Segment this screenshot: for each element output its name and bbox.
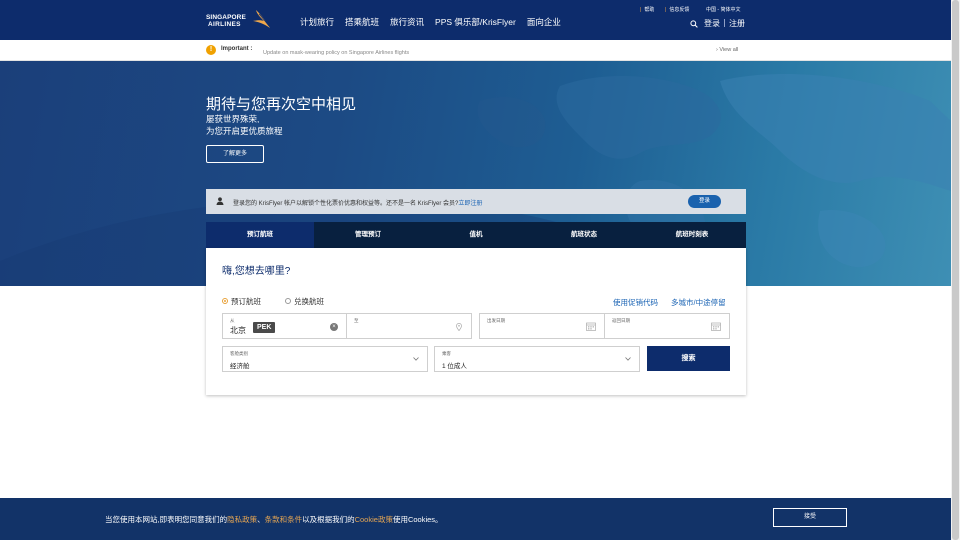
radio-redeem-flight[interactable]: 兑换航班 xyxy=(285,296,324,307)
passenger-label: 乘客 xyxy=(442,351,451,356)
header-register-link[interactable]: 注册 xyxy=(729,18,745,29)
header-login-link[interactable]: 登录 xyxy=(704,18,720,29)
site-header: SINGAPORE AIRLINES 计划旅行 搭乘航班 旅行资讯 PPS 俱乐… xyxy=(0,0,951,40)
depart-date-label: 出发日期 xyxy=(487,318,505,323)
hero-subtitle-line2: 为您开启更优质旅程 xyxy=(206,126,283,136)
accept-cookies-button[interactable]: 接受 xyxy=(773,508,847,527)
krisflyer-text: 登录您的 KrisFlyer 帐户以解锁个性化票价优惠和权益等。还不是一名 Kr… xyxy=(233,201,459,207)
origin-label: 从 xyxy=(230,318,235,323)
privacy-policy-link[interactable]: 隐私政策 xyxy=(227,515,257,524)
radio-book-flight-label: 预订航班 xyxy=(231,297,261,306)
search-flights-button[interactable]: 搜索 xyxy=(647,346,730,371)
util-region-label: 中国 - 简体中文 xyxy=(706,7,741,13)
calendar-icon xyxy=(711,322,721,331)
nav-travel-guide[interactable]: 旅行资讯 xyxy=(390,16,424,28)
cookie-text-1: 当您使用本网站,即表明您同意我们的 xyxy=(105,515,228,524)
passenger-value: 1 位成人 xyxy=(442,363,467,370)
view-all-link[interactable]: › View all xyxy=(716,47,738,53)
view-all-label: View all xyxy=(719,47,739,53)
main-nav: 计划旅行 搭乘航班 旅行资讯 PPS 俱乐部/KrisFlyer 面向企业 xyxy=(300,16,561,28)
kris-bird-icon xyxy=(253,10,270,28)
destination-field[interactable]: 至 xyxy=(347,313,472,339)
multi-city-link[interactable]: 多城市/中途停留 xyxy=(671,297,726,308)
origin-airport-code: PEK xyxy=(253,322,276,333)
nav-travel-info[interactable]: 搭乘航班 xyxy=(345,16,379,28)
hero-subtitle-line1: 屡获世界殊荣, xyxy=(206,114,260,124)
chevron-down-icon xyxy=(625,357,631,361)
passenger-select[interactable]: 乘客 1 位成人 xyxy=(434,346,640,372)
cookie-text-2: 、 xyxy=(257,515,265,524)
destination-label: 至 xyxy=(354,318,359,323)
radio-unselected-indicator xyxy=(285,298,291,305)
util-feedback-label: 信息反馈 xyxy=(669,7,690,13)
cookie-text-4: 使用Cookies。 xyxy=(392,515,443,524)
page: SINGAPORE AIRLINES 计划旅行 搭乘航班 旅行资讯 PPS 俱乐… xyxy=(0,0,951,540)
booking-tabs: 预订航班 管理预订 值机 航班状态 航班时刻表 xyxy=(206,222,746,248)
join-now-link[interactable]: 立即注册 xyxy=(458,201,482,207)
util-help-link[interactable]: | 帮助 xyxy=(640,6,654,13)
util-help-label: 帮助 xyxy=(644,7,655,13)
tab-manage-booking[interactable]: 管理预订 xyxy=(314,222,422,248)
divider-mark: | xyxy=(640,7,642,13)
return-date-label: 返回日期 xyxy=(612,318,630,323)
nav-plan-travel[interactable]: 计划旅行 xyxy=(300,16,334,28)
notice-bar: ! Important : Update on mask-wearing pol… xyxy=(0,40,951,61)
divider-mark: | xyxy=(665,7,667,13)
origin-city: 北京 xyxy=(230,326,246,335)
booking-question: 嗨,您想去哪里? xyxy=(222,266,291,277)
return-date-field[interactable]: 返回日期 xyxy=(605,313,730,339)
search-icon[interactable] xyxy=(690,20,698,28)
tab-book-flight[interactable]: 预订航班 xyxy=(206,222,314,248)
tab-check-in[interactable]: 值机 xyxy=(422,222,530,248)
krisflyer-login-button[interactable]: 登录 xyxy=(688,195,721,208)
location-pin-icon xyxy=(456,323,462,331)
cabin-class-label: 客舱类别 xyxy=(230,351,248,356)
promo-code-link[interactable]: 使用促销代码 xyxy=(613,297,658,308)
cabin-class-select[interactable]: 客舱类别 经济舱 xyxy=(222,346,428,372)
terms-link[interactable]: 条款和条件 xyxy=(265,515,303,524)
chevron-down-icon xyxy=(413,357,419,361)
radio-book-flight[interactable]: 预订航班 xyxy=(222,296,261,307)
calendar-icon xyxy=(586,322,596,331)
hero-title: 期待与您再次空中相见 xyxy=(206,96,357,113)
logo-text-line1: SINGAPORE xyxy=(206,14,246,21)
cabin-class-value: 经济舱 xyxy=(230,363,250,370)
cookie-message: 当您使用本网站,即表明您同意我们的隐私政策、条款和条件以及根据我们的Cookie… xyxy=(105,514,443,525)
learn-more-button[interactable]: 了解更多 xyxy=(206,145,264,163)
nav-krisflyer[interactable]: PPS 俱乐部/KrisFlyer xyxy=(435,16,516,28)
radio-selected-indicator xyxy=(222,298,228,305)
krisflyer-message: 登录您的 KrisFlyer 帐户以解锁个性化票价优惠和权益等。还不是一名 Kr… xyxy=(233,198,482,207)
depart-date-field[interactable]: 出发日期 xyxy=(479,313,605,339)
notice-label: Important : xyxy=(221,46,253,52)
singapore-airlines-logo[interactable]: SINGAPORE AIRLINES xyxy=(206,8,270,32)
user-icon xyxy=(216,197,224,205)
tab-flight-schedule[interactable]: 航班时刻表 xyxy=(638,222,746,248)
tab-flight-status[interactable]: 航班状态 xyxy=(530,222,638,248)
cookie-text-3: 以及根据我们的 xyxy=(302,515,355,524)
krisflyer-login-bar: 登录您的 KrisFlyer 帐户以解锁个性化票价优惠和权益等。还不是一名 Kr… xyxy=(206,189,746,214)
origin-field[interactable]: 从 北京 PEK × xyxy=(222,313,347,339)
scrollbar-thumb[interactable] xyxy=(952,0,959,540)
warning-icon: ! xyxy=(206,45,216,55)
notice-message[interactable]: Update on mask-wearing policy on Singapo… xyxy=(263,50,409,56)
chevron-right-icon: › xyxy=(716,47,718,53)
nav-business[interactable]: 面向企业 xyxy=(527,16,561,28)
booking-panel: 嗨,您想去哪里? 预订航班 兑换航班 使用促销代码 多城市/中途停留 从 北京 … xyxy=(206,248,746,395)
cookie-policy-link[interactable]: Cookie政策 xyxy=(355,515,393,524)
util-feedback-link[interactable]: | 信息反馈 xyxy=(665,6,689,13)
page-scrollbar[interactable] xyxy=(951,0,960,540)
clear-icon[interactable]: × xyxy=(330,323,338,331)
header-divider xyxy=(724,19,725,27)
radio-redeem-flight-label: 兑换航班 xyxy=(294,297,324,306)
logo-text-line2: AIRLINES xyxy=(208,21,241,28)
cookie-banner: 当您使用本网站,即表明您同意我们的隐私政策、条款和条件以及根据我们的Cookie… xyxy=(0,498,951,540)
util-region-selector[interactable]: 中国 - 简体中文 xyxy=(706,6,740,13)
